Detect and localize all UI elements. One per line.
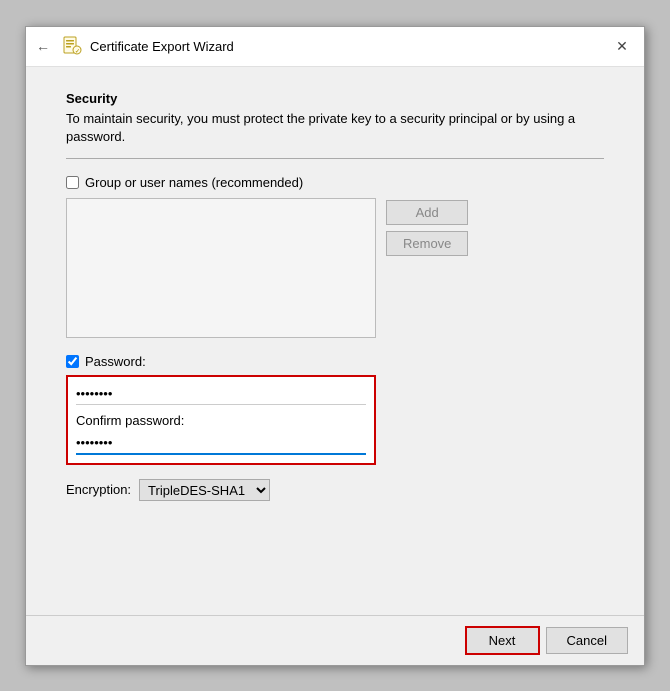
password-checkbox-row: Password: bbox=[66, 354, 604, 369]
group-list-area: Add Remove bbox=[66, 198, 604, 338]
close-button[interactable]: ✕ bbox=[610, 34, 634, 58]
title-bar-left: ← ✓ Certificate Export Wizard bbox=[36, 36, 234, 56]
next-button[interactable]: Next bbox=[465, 626, 540, 655]
security-heading: Security bbox=[66, 91, 604, 106]
password-section: Password: Confirm password: bbox=[66, 354, 604, 465]
section-divider bbox=[66, 158, 604, 159]
group-checkbox[interactable] bbox=[66, 176, 79, 189]
svg-text:✓: ✓ bbox=[75, 49, 80, 55]
back-arrow-icon[interactable]: ← bbox=[36, 38, 50, 54]
password-checkbox[interactable] bbox=[66, 355, 79, 368]
cancel-button[interactable]: Cancel bbox=[546, 627, 628, 654]
group-list-box bbox=[66, 198, 376, 338]
dialog-title: Certificate Export Wizard bbox=[90, 39, 234, 54]
list-buttons: Add Remove bbox=[386, 198, 468, 338]
certificate-export-wizard-dialog: ← ✓ Certificate Export Wizard ✕ Security… bbox=[25, 26, 645, 666]
group-checkbox-label[interactable]: Group or user names (recommended) bbox=[85, 175, 303, 190]
dialog-footer: Next Cancel bbox=[26, 615, 644, 665]
encryption-row: Encryption: TripleDES-SHA1 AES256-SHA256 bbox=[66, 479, 604, 501]
dialog-content: Security To maintain security, you must … bbox=[26, 67, 644, 615]
confirm-password-input[interactable] bbox=[76, 432, 366, 455]
encryption-select[interactable]: TripleDES-SHA1 AES256-SHA256 bbox=[139, 479, 270, 501]
wizard-icon: ✓ bbox=[62, 36, 82, 56]
security-description: To maintain security, you must protect t… bbox=[66, 110, 604, 146]
password-group: Confirm password: bbox=[66, 375, 376, 465]
remove-button[interactable]: Remove bbox=[386, 231, 468, 256]
title-bar: ← ✓ Certificate Export Wizard ✕ bbox=[26, 27, 644, 67]
password-input[interactable] bbox=[76, 383, 366, 405]
group-checkbox-row: Group or user names (recommended) bbox=[66, 175, 604, 190]
confirm-password-label: Confirm password: bbox=[76, 413, 366, 428]
encryption-label: Encryption: bbox=[66, 482, 131, 497]
password-checkbox-label[interactable]: Password: bbox=[85, 354, 146, 369]
add-button[interactable]: Add bbox=[386, 200, 468, 225]
